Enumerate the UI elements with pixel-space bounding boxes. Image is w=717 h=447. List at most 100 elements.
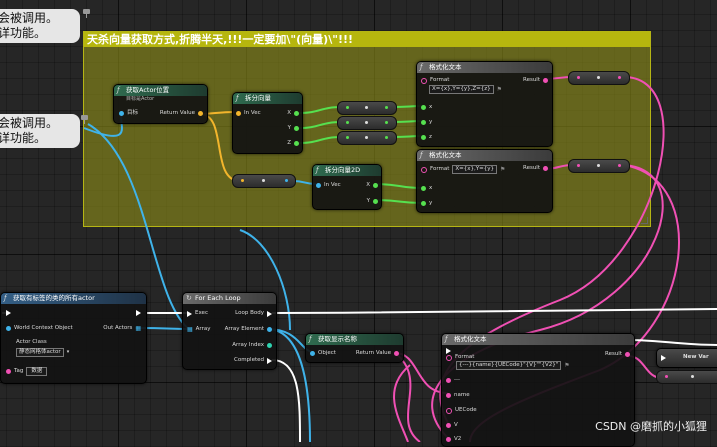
- actor-class-dropdown[interactable]: 静态网格体actor: [16, 348, 64, 357]
- get-actor-location-node[interactable]: ƒ 获取Actor位置 目标是Actor 目标 Return Value: [113, 84, 208, 124]
- reroute-node[interactable]: [232, 174, 296, 188]
- float-pin-icon[interactable]: [346, 136, 349, 139]
- text-pin-icon[interactable]: [446, 393, 451, 398]
- format-input[interactable]: X={x},Y={y}: [452, 165, 497, 174]
- reroute-node[interactable]: [337, 101, 397, 115]
- name-pin-icon[interactable]: [6, 369, 11, 374]
- float-pin-icon[interactable]: [421, 201, 426, 206]
- pin-object[interactable]: Object: [310, 350, 336, 357]
- float-pin-icon[interactable]: [346, 121, 349, 124]
- float-pin-icon[interactable]: [294, 126, 299, 131]
- exec-pin-icon[interactable]: [267, 310, 272, 317]
- node-header[interactable]: ƒ 拆分向量2D: [313, 165, 381, 176]
- text-pin-icon[interactable]: [446, 354, 452, 361]
- node-header[interactable]: ƒ 获取显示名称: [306, 334, 403, 345]
- object-pin-icon[interactable]: [310, 351, 315, 356]
- pin-return-value[interactable]: Return Value: [160, 110, 203, 117]
- pin-x[interactable]: X: [287, 110, 299, 117]
- pin-exec-out[interactable]: [136, 310, 141, 316]
- pin-actor-class[interactable]: Actor Class: [16, 339, 47, 346]
- pin-array-element[interactable]: Array Element: [225, 326, 272, 333]
- pin-out-actors[interactable]: Out Actors ▦: [103, 325, 141, 332]
- pin-x[interactable]: x: [421, 185, 432, 192]
- vector-pin-icon[interactable]: [241, 179, 244, 182]
- flag-icon[interactable]: ⚑: [500, 166, 505, 173]
- pin-format[interactable]: Format: [421, 77, 449, 84]
- comment-bubble-top[interactable]: 会被调用。 详功能。: [0, 9, 80, 43]
- pin-in-vec[interactable]: In Vec: [316, 182, 341, 189]
- float-pin-icon[interactable]: [421, 186, 426, 191]
- format-input[interactable]: X={x},Y={y},Z={z}: [429, 85, 494, 94]
- pin-v[interactable]: V: [446, 422, 458, 429]
- reroute-node[interactable]: [656, 370, 717, 384]
- pin-return-value[interactable]: Return Value: [356, 350, 399, 357]
- object-pin-icon[interactable]: [6, 326, 11, 331]
- vector-pin-icon[interactable]: [236, 111, 241, 116]
- pin-completed[interactable]: Completed: [234, 357, 272, 364]
- resize-handle[interactable]: [641, 217, 648, 224]
- format-input[interactable]: {---}{name}{UECode}"{V}""{V2}": [456, 361, 562, 370]
- pin-tag[interactable]: Tag 数据: [6, 367, 48, 376]
- pin-loop-body[interactable]: Loop Body: [235, 310, 272, 317]
- text-pin-icon[interactable]: [446, 407, 452, 414]
- string-pin-icon[interactable]: [394, 351, 399, 356]
- pin-y[interactable]: Y: [288, 125, 299, 132]
- pin-array-index[interactable]: Array Index: [232, 342, 272, 349]
- text-pin-icon[interactable]: [446, 423, 451, 428]
- pin-y[interactable]: Y: [367, 198, 378, 205]
- object-pin-icon[interactable]: [267, 327, 272, 332]
- float-pin-icon[interactable]: [385, 106, 388, 109]
- pin-format[interactable]: Format: [446, 354, 474, 361]
- pin-array[interactable]: ▦ Array: [187, 326, 211, 333]
- object-pin-icon[interactable]: [285, 179, 288, 182]
- reroute-node[interactable]: [568, 71, 630, 85]
- float-pin-icon[interactable]: [346, 106, 349, 109]
- float-pin-icon[interactable]: [373, 199, 378, 204]
- text-pin-icon[interactable]: [625, 352, 630, 357]
- float-pin-icon[interactable]: [294, 141, 299, 146]
- chevron-down-icon[interactable]: ▾: [67, 349, 70, 356]
- text-pin-icon[interactable]: [665, 375, 668, 378]
- text-pin-icon[interactable]: [577, 164, 580, 167]
- reroute-node[interactable]: [337, 131, 397, 145]
- exec-pin-icon[interactable]: [136, 310, 141, 316]
- float-pin-icon[interactable]: [421, 105, 426, 110]
- array-pin-icon[interactable]: ▦: [187, 326, 193, 333]
- vector2d-pin-icon[interactable]: [316, 183, 321, 188]
- pin-x[interactable]: X: [366, 182, 378, 189]
- exec-pin-icon[interactable]: [267, 357, 272, 364]
- flag-icon[interactable]: ⚑: [564, 362, 569, 369]
- pin-world-context[interactable]: World Context Object: [6, 325, 73, 332]
- pin-result[interactable]: Result: [523, 165, 548, 172]
- float-pin-icon[interactable]: [421, 120, 426, 125]
- pin-z[interactable]: z: [421, 134, 432, 141]
- float-pin-icon[interactable]: [421, 135, 426, 140]
- pin-result[interactable]: Result: [605, 351, 630, 358]
- comment-group-title[interactable]: 天杀向量获取方式,折腾半天,!!!一定要加\"(向量)\"!!!: [84, 32, 650, 47]
- text-pin-icon[interactable]: [421, 77, 427, 84]
- float-pin-icon[interactable]: [385, 136, 388, 139]
- vector-pin-icon[interactable]: [198, 111, 203, 116]
- text-pin-icon[interactable]: [618, 164, 621, 167]
- int-pin-icon[interactable]: [267, 343, 272, 348]
- text-pin-icon[interactable]: [543, 166, 548, 171]
- pin-x[interactable]: x: [421, 104, 432, 111]
- pin-z[interactable]: Z: [287, 140, 299, 147]
- format-text-node-1[interactable]: ƒ 格式化文本 Format X={x},Y={y},Z={z} ⚑ Resul…: [416, 61, 553, 147]
- float-pin-icon[interactable]: [385, 121, 388, 124]
- array-pin-icon[interactable]: ▦: [135, 325, 141, 332]
- reroute-node[interactable]: [337, 116, 397, 130]
- pin-y[interactable]: y: [421, 119, 432, 126]
- pin-icon[interactable]: [80, 115, 89, 124]
- break-vector-node[interactable]: ƒ 拆分向量 In Vec X Y Z: [232, 92, 303, 154]
- node-header[interactable]: ƒ 格式化文本: [417, 150, 552, 161]
- tag-input[interactable]: 数据: [26, 367, 48, 376]
- pin-in-vec[interactable]: In Vec: [236, 110, 261, 117]
- node-header[interactable]: ƒ 获取Actor位置: [114, 85, 207, 96]
- get-display-name-node[interactable]: ƒ 获取显示名称 Object Return Value: [305, 333, 404, 363]
- exec-pin-icon[interactable]: [661, 354, 666, 361]
- pin-icon[interactable]: [82, 9, 91, 18]
- pin-y[interactable]: y: [421, 200, 432, 207]
- text-pin-icon[interactable]: [543, 78, 548, 83]
- object-pin-icon[interactable]: [119, 111, 124, 116]
